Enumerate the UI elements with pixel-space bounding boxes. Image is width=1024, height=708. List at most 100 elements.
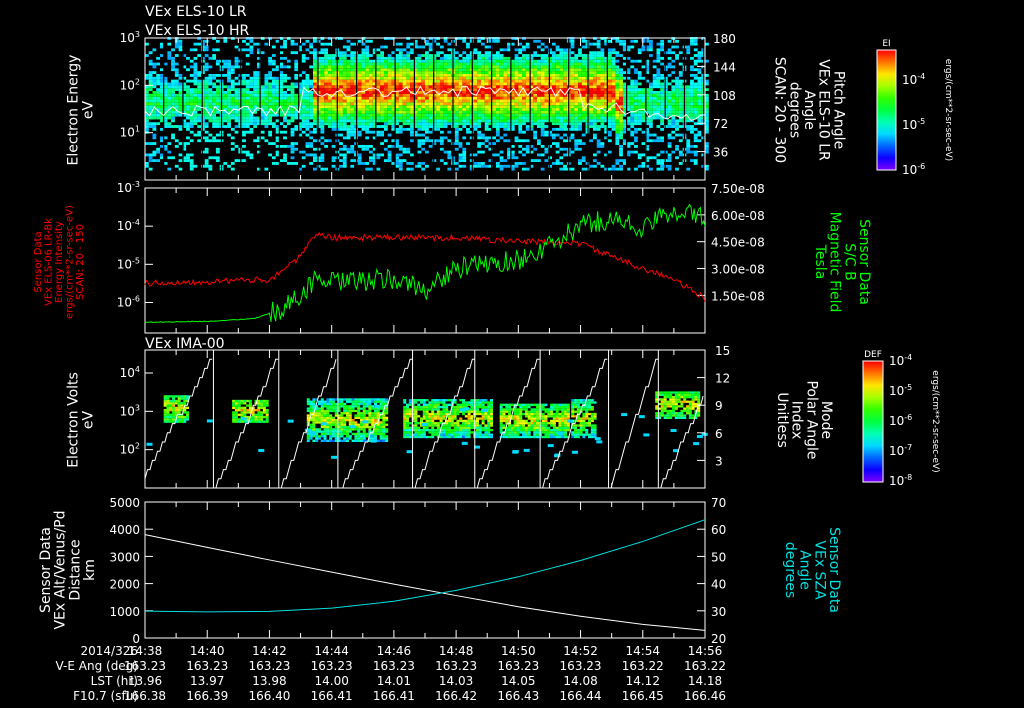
spectrogram-cell [369, 54, 373, 57]
spectrogram-cell [167, 54, 172, 57]
spectrogram-cell [615, 76, 620, 80]
spectrogram-cell [484, 96, 489, 100]
spectrogram-cell [656, 93, 661, 97]
spectrogram-cell [253, 93, 258, 97]
spectrogram-cell [342, 71, 347, 74]
spectrogram-cell [473, 59, 478, 63]
spectrogram-cell [201, 119, 205, 123]
spectrogram-cell [148, 142, 153, 145]
spectrogram-cell [230, 147, 235, 151]
spectrogram-cell [178, 127, 183, 131]
spectrogram-cell [313, 76, 317, 80]
spectrogram-cell [324, 167, 328, 171]
spectrogram-cell [458, 79, 463, 83]
spectrogram-cell [223, 62, 228, 66]
spectrogram-cell [167, 150, 172, 154]
spectrogram-cell [406, 119, 411, 123]
spectrogram-cell [361, 127, 366, 131]
spectrogram-cell [245, 42, 250, 46]
spectrogram-cell [361, 102, 366, 106]
spectrogram-cell [234, 130, 239, 134]
spectrogram-cell [574, 102, 579, 106]
spectrogram-cell [563, 153, 567, 157]
spectrogram-cell [495, 39, 500, 43]
spectrogram-cell [499, 96, 504, 100]
spectrogram-cell [466, 113, 470, 117]
spectrogram-cell [667, 65, 672, 69]
spectrogram-cell [600, 122, 605, 126]
spectrogram-cell [555, 150, 560, 154]
spectrogram-cell [201, 79, 205, 83]
spectrogram-cell [212, 82, 216, 86]
spectrogram-cell [227, 164, 231, 168]
spectrogram-cell [376, 76, 381, 80]
spectrogram-cell [563, 62, 567, 66]
spectrogram-cell [148, 102, 153, 106]
spectrogram-cell [660, 102, 664, 106]
spectrogram-cell [324, 51, 328, 55]
spectrogram-cell [600, 56, 605, 60]
spectrogram-cell [443, 82, 448, 86]
spectrogram-cell [417, 108, 422, 111]
spectrogram-cell [410, 85, 414, 89]
spectrogram-cell [268, 119, 272, 123]
spectrogram-cell [361, 59, 366, 63]
spectrogram-cell [663, 96, 668, 100]
spectrogram-cell [619, 54, 623, 57]
spectrogram-cell [432, 85, 437, 89]
spectrogram-cell [544, 113, 549, 117]
spectrogram-cell [540, 153, 545, 157]
spectrogram-cell [634, 102, 638, 106]
spectrogram-cell [294, 116, 299, 120]
spectrogram-cell [600, 79, 605, 83]
spectrogram-cell [540, 79, 545, 83]
spectrogram-cell [320, 76, 325, 80]
spectrogram-cell [641, 39, 646, 43]
spectrogram-cell [240, 406, 244, 410]
spectrogram-cell [589, 91, 594, 94]
spectrogram-cell [663, 108, 668, 111]
spectrogram-cell [641, 162, 646, 165]
spectrogram-cell [466, 54, 470, 57]
spectrogram-cell [326, 407, 330, 410]
spectrogram-cell [473, 76, 478, 80]
spectrogram-cell [663, 76, 668, 80]
spectrogram-cell [439, 51, 444, 55]
spectrogram-cell [596, 76, 601, 80]
spectrogram-cell [443, 68, 448, 72]
spectrogram-cell [369, 159, 373, 163]
spectrogram-cell [357, 59, 362, 63]
spectrogram-cell [514, 85, 519, 89]
spectrogram-cell [492, 125, 496, 128]
spectrogram-cell [245, 88, 250, 92]
spectrogram-cell [611, 71, 616, 74]
spectrogram-cell [357, 156, 362, 160]
spectrogram-cell [376, 68, 381, 72]
spectrogram-cell [589, 68, 594, 72]
spectrogram-cell [178, 105, 183, 109]
spectrogram-cell [589, 59, 594, 63]
spectrogram-cell [417, 127, 422, 131]
spectrogram-cell [365, 54, 370, 57]
spectrogram-cell [514, 62, 519, 66]
spectrogram-cell [178, 73, 183, 77]
spectrogram-cell [447, 156, 452, 160]
spectrogram-cell [316, 65, 321, 69]
spectrogram-cell [454, 99, 459, 103]
spectrogram-cell [548, 102, 552, 106]
spectrogram-cell [309, 102, 314, 106]
spectrogram-cell [331, 54, 336, 57]
spectrogram-cell [436, 99, 440, 103]
spectrogram-cell [630, 59, 635, 63]
spectrogram-cell [290, 93, 295, 97]
spectrogram-cell [436, 110, 440, 114]
spectrogram-cell [342, 116, 347, 120]
spectrogram-cell [570, 96, 575, 100]
spectrogram-cell [675, 144, 679, 148]
spectrogram-cell [253, 99, 258, 103]
spectrogram-cell [481, 76, 485, 80]
spectrogram-cell [675, 156, 679, 160]
spectrogram-cell [283, 79, 287, 83]
spectrogram-cell [201, 113, 205, 117]
spectrogram-cell [503, 113, 508, 117]
